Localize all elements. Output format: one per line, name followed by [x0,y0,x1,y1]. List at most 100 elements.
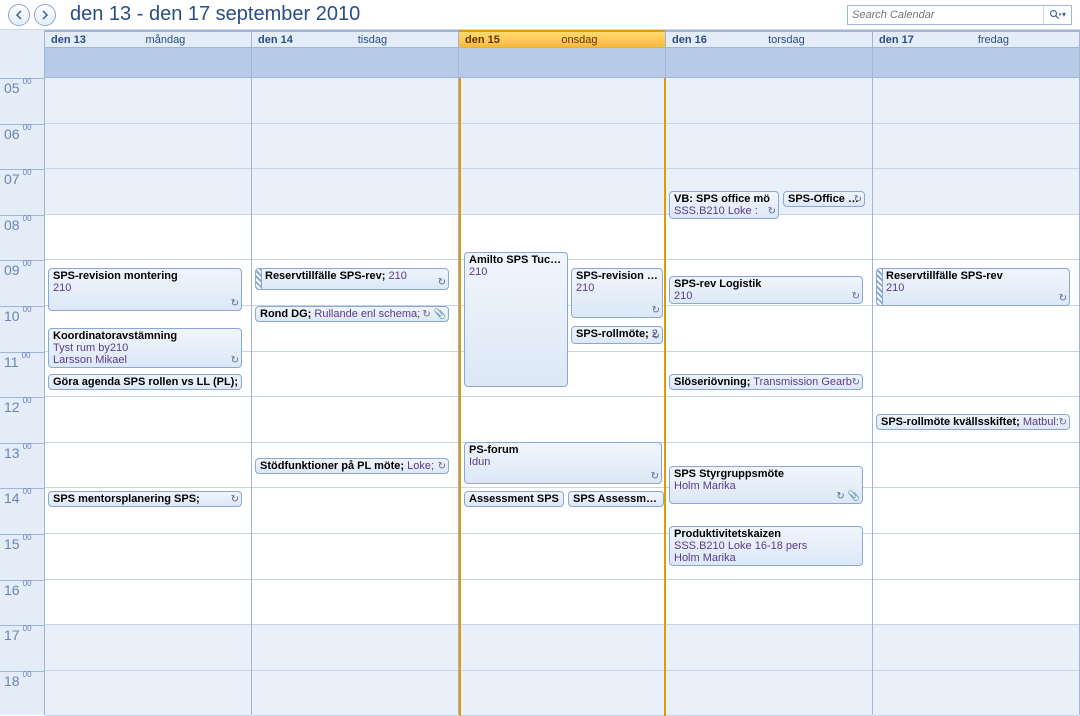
day-grid[interactable]: VB: SPS office möSSS.B210 Loke :↻SPS-Off… [666,78,872,716]
event[interactable]: PS-forumIdun↻ [464,442,662,484]
event[interactable]: VB: SPS office möSSS.B210 Loke :↻ [669,191,779,219]
event[interactable]: Göra agenda SPS rollen vs LL (PL); Y [48,374,242,390]
day-name: måndag [86,34,245,46]
event[interactable]: SPS-rollmöte kvällsskiftet; Matbul:↻ [876,414,1070,430]
allday-cell[interactable] [666,48,872,78]
event-location: Transmission Gearb [753,376,852,388]
event[interactable]: SPS-rev Logistik210↻ [669,276,863,304]
event-title: Rond DG; [260,308,311,320]
recurring-icon: ↻ [652,331,660,342]
event[interactable]: Stödfunktioner på PL möte; Loke; ↻ [255,458,449,474]
day-name: tisdag [293,34,452,46]
day-name: onsdag [500,34,659,46]
prev-button[interactable] [8,4,30,26]
day-header[interactable]: den 13måndag [45,30,251,48]
day-name: fredag [914,34,1073,46]
day-column: den 16torsdag VB: SPS office möSSS.B210 L… [666,30,873,715]
event-location: Idun [469,456,659,468]
event-location: Holm Marika [674,480,860,492]
event-location: 210 [389,270,407,282]
hour-label: 10 [4,308,20,324]
event-title: SPS Assessment: [573,493,661,505]
day-number: den 17 [879,34,914,46]
day-number: den 16 [672,34,707,46]
hour-label: 13 [4,445,20,461]
event[interactable]: Rond DG; Rullande enl schema;↻ 📎 [255,306,449,322]
hour-label: 15 [4,536,20,552]
event-title: Reservtillfälle SPS-rev; [265,270,385,282]
event[interactable]: SPS Assessment: [568,491,664,507]
day-number: den 15 [465,34,500,46]
recurring-icon: ↻ [231,298,239,309]
recurring-icon: ↻ [652,305,660,316]
event[interactable]: ProduktivitetskaizenSSS.B210 Loke 16-18 … [669,526,863,566]
hour-label: 16 [4,582,20,598]
day-grid[interactable]: Reservtillfälle SPS-rev; 210↻Rond DG; Ru… [252,78,458,716]
recurring-icon: ↻ [438,461,446,472]
event-location: 210 [886,282,1067,294]
allday-cell[interactable] [459,48,665,78]
event-location: Y [53,388,60,390]
recurring-icon: ↻ [852,291,860,302]
day-grid[interactable]: Amilto SPS Tucoman210SPS-revision monter… [459,78,666,716]
event-location: Matbul: [1023,416,1059,428]
event-title: Reservtillfälle SPS-rev [886,270,1067,282]
event[interactable]: SPS-Office möt↻ [783,191,865,207]
event-title: Assessment SPS [469,493,561,505]
allday-cell[interactable] [873,48,1079,78]
event[interactable]: Amilto SPS Tucoman210 [464,252,568,387]
event-title: Slöseriövning; [674,376,750,388]
next-button[interactable] [34,4,56,26]
event[interactable]: SPS StyrgruppsmöteHolm Marika↻ 📎 [669,466,863,504]
allday-cell[interactable] [252,48,458,78]
day-number: den 13 [51,34,86,46]
event[interactable]: Assessment SPS [464,491,564,507]
event[interactable]: Slöseriövning; Transmission Gearb↻ [669,374,863,390]
event[interactable]: SPS-revision montering210 ↻ [48,268,242,311]
day-column: den 13måndagSPS-revision montering210↻Ko… [45,30,252,715]
day-header[interactable]: den 16torsdag [666,30,872,48]
day-header[interactable]: den 17fredag [873,30,1079,48]
day-header[interactable]: den 15onsdag [459,30,665,48]
search-input[interactable] [848,9,1043,21]
day-number: den 14 [258,34,293,46]
event[interactable]: SPS-rollmöte; 2↻ [571,326,663,344]
event[interactable]: Reservtillfälle SPS-rev210↻ [876,268,1070,306]
event-title: SPS-revision montering [53,270,239,282]
recurring-icon: ↻ [1059,417,1067,428]
hour-label: 12 [4,399,20,415]
hour-label: 18 [4,673,20,689]
day-column: den 17fredagReservtillfälle SPS-rev210↻S… [873,30,1080,715]
days-container: den 13måndagSPS-revision montering210↻Ko… [45,30,1080,715]
event-location: Loke; [407,460,434,472]
recurring-icon: ↻ [231,355,239,366]
event-location: 210 [53,282,239,294]
event[interactable]: KoordinatoravstämningTyst rum by210Larss… [48,328,242,368]
allday-cell[interactable] [45,48,251,78]
event-title: VB: SPS office mö [674,193,776,205]
event[interactable]: SPS-revision montering210↻ [571,268,663,318]
hour-label: 07 [4,171,20,187]
day-header[interactable]: den 14tisdag [252,30,458,48]
event[interactable]: SPS mentorsplanering SPS; SSS.B2↻ [48,491,242,507]
hour-label: 06 [4,126,20,142]
event[interactable]: Reservtillfälle SPS-rev; 210↻ [255,268,449,290]
day-grid[interactable]: SPS-revision montering210↻Koordinatoravs… [45,78,251,716]
day-grid[interactable]: Reservtillfälle SPS-rev210↻SPS-rollmöte … [873,78,1079,716]
search-icon[interactable]: ▾ [1043,6,1071,24]
event-location: 210 [674,290,860,302]
event-title: Amilto SPS Tucoman [469,254,565,266]
hour-label: 17 [4,627,20,643]
calendar: 05 0006 0007 0008 0009 0010 0011 0012 00… [0,30,1080,715]
search-box[interactable]: ▾ [847,5,1072,25]
event-title: SPS-rev Logistik [674,278,860,290]
event-title: SPS-rollmöte; [576,328,649,340]
event-title: Stödfunktioner på PL möte; [260,460,404,472]
event-location: Tyst rum by210 [53,342,239,354]
hour-label: 09 [4,262,20,278]
day-column: den 15onsdag Amilto SPS Tucoman210SPS-rev… [459,30,666,715]
date-range-title: den 13 - den 17 september 2010 [70,3,847,26]
recurring-icon: ↻ 📎 [836,491,860,502]
event-title: SPS-Office möt [788,193,862,205]
recurring-icon: ↻ [768,206,776,217]
